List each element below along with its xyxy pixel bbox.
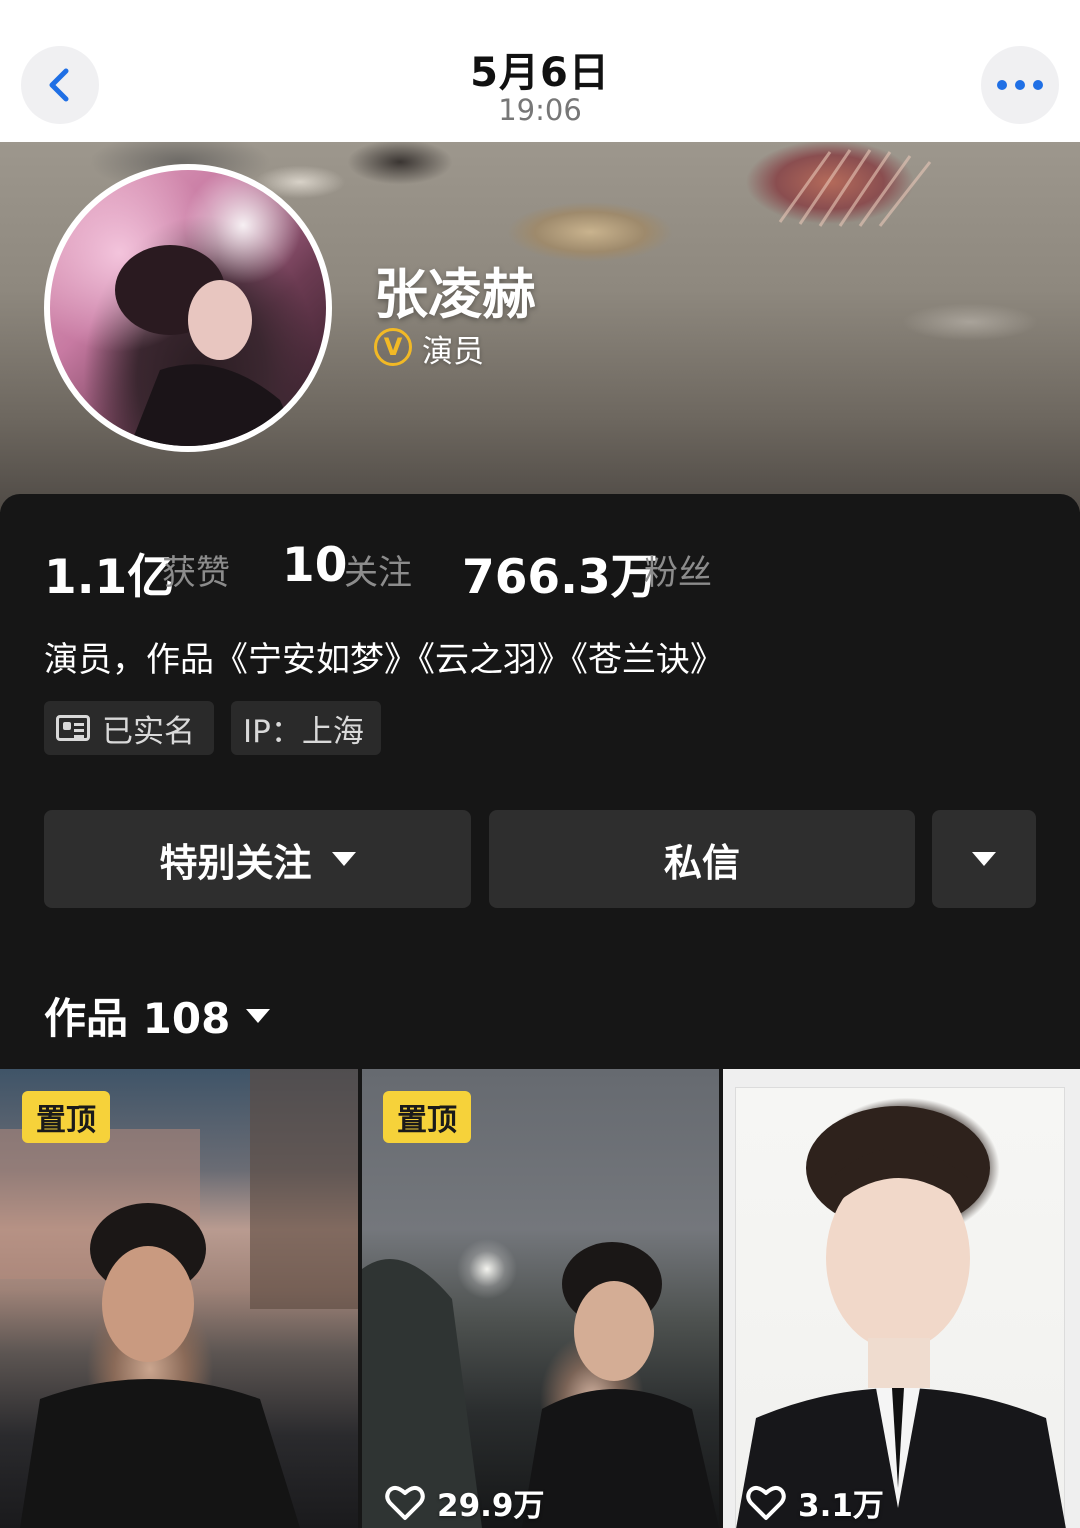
video-thumbnail-3-image bbox=[735, 1087, 1066, 1528]
real-name-tag: 已实名 bbox=[44, 701, 214, 755]
video-thumbnail-2[interactable]: 置顶 bbox=[362, 1069, 719, 1528]
following-label[interactable]: 关注 bbox=[344, 545, 412, 594]
video-thumbnail-1[interactable]: 置顶 bbox=[0, 1069, 358, 1528]
avatar-photo bbox=[115, 245, 300, 446]
more-options-button[interactable] bbox=[981, 46, 1059, 124]
chevron-down-icon bbox=[331, 852, 356, 866]
real-name-label: 已实名 bbox=[102, 713, 195, 750]
time-label: 19:06 bbox=[498, 93, 582, 127]
heart-icon bbox=[746, 1485, 786, 1520]
ip-location-tag: IP：上海 bbox=[231, 701, 381, 755]
date-label: 5月6日 bbox=[470, 50, 610, 96]
ip-location-label: IP：上海 bbox=[243, 713, 364, 750]
works-tab-selector[interactable]: 作品 108 bbox=[44, 985, 271, 1046]
following-count[interactable]: 10 bbox=[282, 538, 347, 593]
profile-bio: 演员，作品《宁安如梦》《云之羽》《苍兰诀》 bbox=[44, 640, 724, 680]
avatar[interactable] bbox=[44, 164, 332, 452]
chevron-down-icon bbox=[972, 852, 996, 866]
special-follow-label: 特别关注 bbox=[159, 840, 312, 885]
likes-label: 获赞 bbox=[162, 553, 230, 593]
video-3-likes: 3.1万 bbox=[746, 1480, 884, 1525]
video-2-likes: 29.9万 bbox=[385, 1480, 545, 1525]
shell-decoration bbox=[778, 149, 932, 227]
pinned-badge: 置顶 bbox=[22, 1091, 110, 1143]
portrait-figure bbox=[736, 1106, 1066, 1528]
video-2-likes-count: 29.9万 bbox=[437, 1488, 545, 1524]
top-bar: 5月6日 19:06 bbox=[0, 0, 1080, 142]
video-thumbnail-3[interactable] bbox=[723, 1069, 1080, 1528]
chevron-down-icon bbox=[246, 1008, 271, 1023]
likes-count: 1.1亿 bbox=[44, 550, 175, 605]
more-actions-dropdown-button[interactable] bbox=[932, 810, 1036, 908]
heart-icon bbox=[385, 1485, 425, 1520]
pinned-badge: 置顶 bbox=[383, 1091, 471, 1143]
followers-count[interactable]: 766.3万 bbox=[462, 538, 658, 607]
more-dots-icon bbox=[997, 80, 1043, 90]
special-follow-button[interactable]: 特别关注 bbox=[44, 810, 471, 908]
verified-role: 演员 bbox=[422, 334, 484, 370]
profile-name: 张凌赫 bbox=[374, 263, 536, 326]
followers-label[interactable]: 粉丝 bbox=[644, 545, 712, 594]
works-title-label: 作品 108 bbox=[44, 994, 231, 1043]
video-3-likes-count: 3.1万 bbox=[798, 1488, 884, 1524]
verified-v-icon: V bbox=[374, 328, 412, 366]
id-card-icon bbox=[56, 715, 90, 741]
message-button[interactable]: 私信 bbox=[489, 810, 915, 908]
message-label: 私信 bbox=[663, 840, 740, 885]
